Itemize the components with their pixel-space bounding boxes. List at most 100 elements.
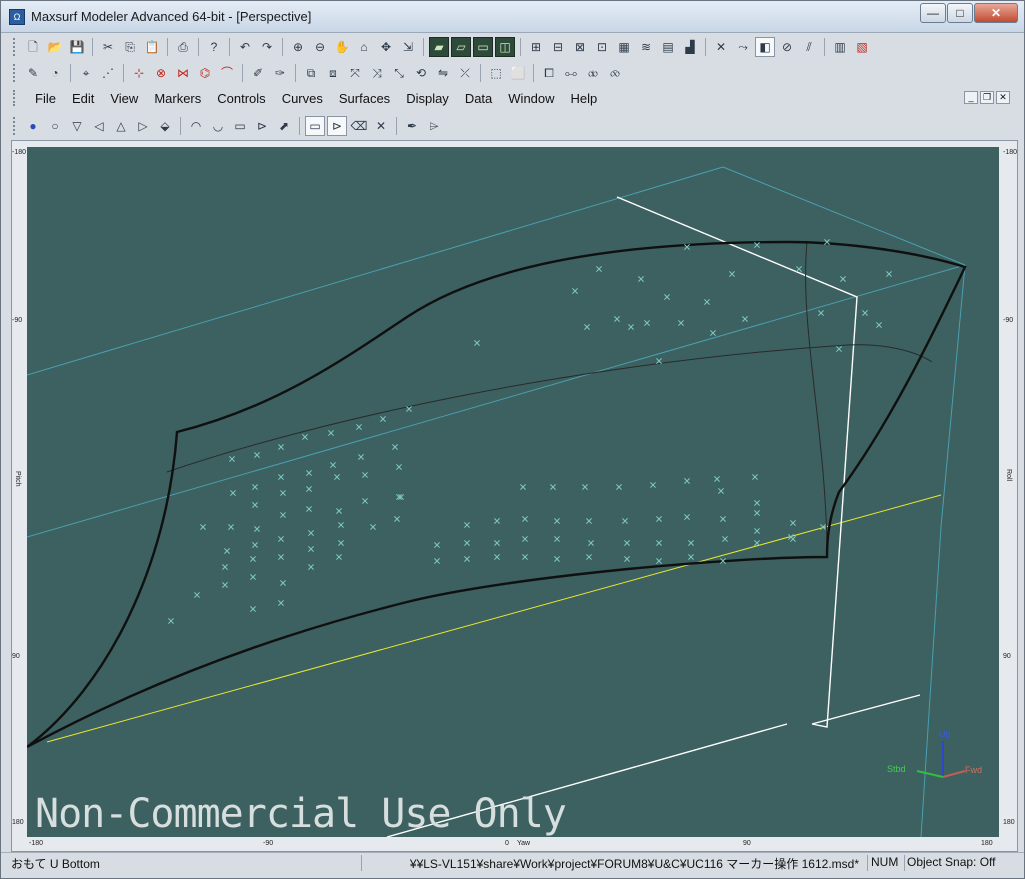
marker-point[interactable] <box>394 516 400 522</box>
marker-point[interactable] <box>338 522 344 528</box>
menu-markers[interactable]: Markers <box>146 91 209 106</box>
marker-point[interactable] <box>729 271 735 277</box>
render-shaded-icon[interactable]: ▰ <box>429 37 449 57</box>
paste-surface-icon[interactable]: ⧈ <box>323 63 343 83</box>
shape-icon[interactable]: ⤳ <box>733 37 753 57</box>
eraser-icon[interactable]: ⌫ <box>349 116 369 136</box>
menu-window[interactable]: Window <box>500 91 562 106</box>
marker-point[interactable] <box>586 518 592 524</box>
marker-point[interactable] <box>638 276 644 282</box>
flip-icon[interactable]: ⇋ <box>433 63 453 83</box>
net-3-icon[interactable]: ⊠ <box>570 37 590 57</box>
marker-point[interactable] <box>396 464 402 470</box>
mdi-minimize-button[interactable]: _ <box>964 91 978 104</box>
delete-control-icon[interactable]: ⊗ <box>151 63 171 83</box>
marker-point[interactable] <box>616 484 622 490</box>
render-flat-icon[interactable]: ▱ <box>451 37 471 57</box>
marker-point[interactable] <box>464 540 470 546</box>
zoom-in-icon[interactable]: ⊕ <box>288 37 308 57</box>
surface-3-icon[interactable]: ▭ <box>230 116 250 136</box>
marker-point[interactable] <box>720 516 726 522</box>
menu-display[interactable]: Display <box>398 91 457 106</box>
menu-help[interactable]: Help <box>563 91 606 106</box>
curvature-icon[interactable]: ≋ <box>636 37 656 57</box>
yaw-ruler[interactable]: -180 -90 0 Yaw 90 180 <box>27 837 999 851</box>
marker-point[interactable] <box>752 474 758 480</box>
marker-point[interactable] <box>584 324 590 330</box>
move-icon[interactable]: ⤨ <box>367 63 387 83</box>
marker-point[interactable] <box>254 452 260 458</box>
pan-hand-icon[interactable]: ✋ <box>332 37 352 57</box>
home-view-icon[interactable]: ⌂ <box>354 37 374 57</box>
fit-icon[interactable]: ⬚ <box>486 63 506 83</box>
marker-point[interactable] <box>754 500 760 506</box>
marker-point[interactable] <box>650 482 656 488</box>
net-2-icon[interactable]: ⊟ <box>548 37 568 57</box>
marker-point[interactable] <box>280 580 286 586</box>
layer-icon[interactable]: ⧠ <box>539 63 559 83</box>
marker-point[interactable] <box>194 592 200 598</box>
view-frame-icon[interactable]: ▭ <box>305 116 325 136</box>
marker-point[interactable] <box>886 271 892 277</box>
marker-point[interactable] <box>688 540 694 546</box>
marker-point[interactable] <box>308 530 314 536</box>
transform-icon[interactable]: ⤧ <box>345 63 365 83</box>
marker-point[interactable] <box>328 430 334 436</box>
cut-icon[interactable]: ✂ <box>98 37 118 57</box>
scale-icon[interactable]: ⤡ <box>389 63 409 83</box>
roll-ruler[interactable]: -180 -90 Roll 90 180 <box>1003 147 1018 837</box>
net-5-icon[interactable]: ▦ <box>614 37 634 57</box>
marker-point[interactable] <box>876 322 882 328</box>
marker-point[interactable] <box>280 490 286 496</box>
cut-surface-icon[interactable]: ⤫ <box>455 63 475 83</box>
menu-edit[interactable]: Edit <box>64 91 102 106</box>
marker-point[interactable] <box>229 456 235 462</box>
marker-point[interactable] <box>522 536 528 542</box>
close-button[interactable]: ✕ <box>974 3 1018 23</box>
marker-point[interactable] <box>678 320 684 326</box>
marker-point[interactable] <box>362 498 368 504</box>
menu-view[interactable]: View <box>102 91 146 106</box>
marker-point[interactable] <box>252 542 258 548</box>
menu-file[interactable]: File <box>27 91 64 106</box>
bond-control-icon[interactable]: ⌬ <box>195 63 215 83</box>
marker-point[interactable] <box>656 558 662 564</box>
marker-point[interactable] <box>362 472 368 478</box>
marker-point[interactable] <box>628 324 634 330</box>
marker-point[interactable] <box>278 536 284 542</box>
marker-point[interactable] <box>862 310 868 316</box>
help-icon[interactable]: ? <box>204 37 224 57</box>
marker-point[interactable] <box>614 316 620 322</box>
marker-point[interactable] <box>370 524 376 530</box>
marker-point[interactable] <box>656 358 662 364</box>
marker-point[interactable] <box>522 554 528 560</box>
open-folder-icon[interactable]: 📂 <box>45 37 65 57</box>
minimize-button[interactable]: — <box>920 3 946 23</box>
status-object-snap[interactable]: Object Snap: Off <box>907 855 1001 871</box>
marker-point[interactable] <box>200 524 206 530</box>
menu-curves[interactable]: Curves <box>274 91 331 106</box>
toolbar-grip[interactable] <box>13 64 17 82</box>
marker-point[interactable] <box>250 606 256 612</box>
marker-point[interactable] <box>278 554 284 560</box>
marker-point[interactable] <box>254 526 260 532</box>
marker-point[interactable] <box>222 582 228 588</box>
marker-point[interactable] <box>308 546 314 552</box>
rotate-view-icon[interactable]: ✥ <box>376 37 396 57</box>
marker-point[interactable] <box>582 484 588 490</box>
marker-point[interactable] <box>464 556 470 562</box>
copy-surface-icon[interactable]: ⧉ <box>301 63 321 83</box>
marker-point[interactable] <box>434 558 440 564</box>
marker-point[interactable] <box>710 330 716 336</box>
marker-point[interactable] <box>358 454 364 460</box>
marker-point[interactable] <box>840 276 846 282</box>
rotate-icon[interactable]: ⟲ <box>411 63 431 83</box>
marker-point[interactable] <box>306 486 312 492</box>
hydro-red-icon[interactable]: ▧ <box>852 37 872 57</box>
wedge-icon[interactable]: ◁ <box>89 116 109 136</box>
marker-point[interactable] <box>474 340 480 346</box>
copy-icon[interactable]: ⎘ <box>120 37 140 57</box>
add-control-icon[interactable]: ⊹ <box>129 63 149 83</box>
app-icon[interactable]: Ω <box>9 9 25 25</box>
marker-point[interactable] <box>278 444 284 450</box>
